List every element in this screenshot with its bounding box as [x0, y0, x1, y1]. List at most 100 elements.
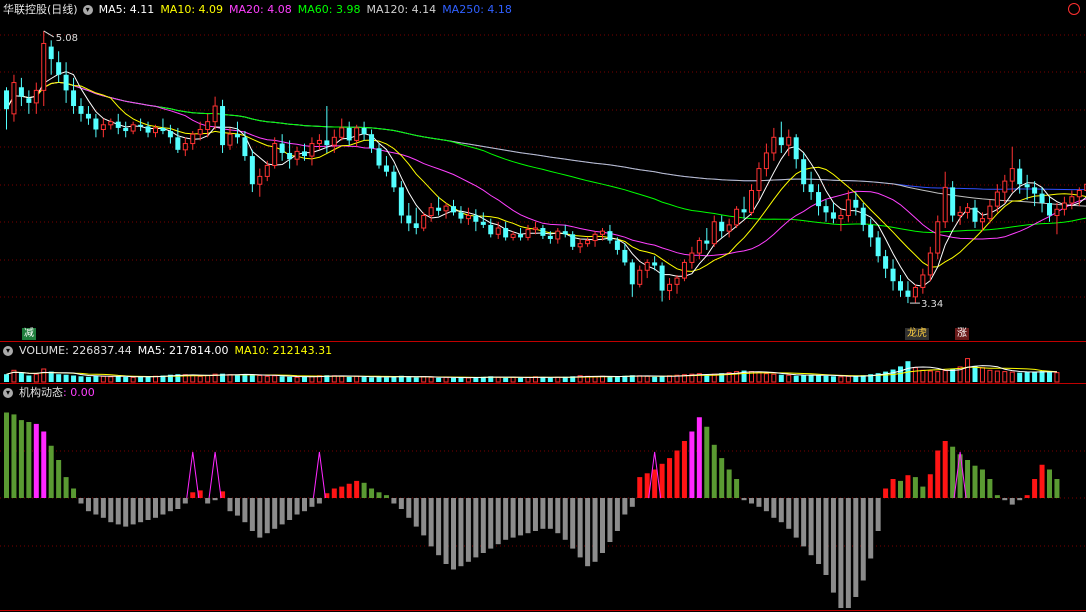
- volume-bar: [123, 376, 129, 382]
- volume-bar: [279, 376, 285, 382]
- volume-bar: [1047, 372, 1052, 382]
- candle-body: [898, 281, 903, 291]
- chevron-down-icon[interactable]: ▾: [3, 346, 13, 356]
- indicator-bar: [205, 498, 211, 504]
- indicator-bar: [1017, 498, 1023, 501]
- reduce-marker[interactable]: 减: [22, 328, 36, 340]
- volume-bar: [249, 374, 255, 382]
- indicator-bar: [823, 498, 829, 575]
- indicator-bar: [41, 431, 47, 498]
- rise-marker[interactable]: 涨: [955, 328, 969, 340]
- candle-body: [324, 140, 330, 146]
- indicator-bar: [830, 498, 836, 593]
- indicator-bar: [354, 480, 360, 498]
- indicator-bar: [570, 498, 576, 549]
- volume-bar: [354, 375, 360, 383]
- indicator-bar: [63, 477, 69, 498]
- volume-bar: [1032, 371, 1038, 382]
- indicator-bar: [488, 498, 494, 549]
- volume-bar: [4, 374, 9, 382]
- volume-bar: [346, 376, 352, 382]
- stock-chart[interactable]: 5.08 3.34: [0, 0, 1086, 612]
- indicator-bar: [473, 498, 479, 558]
- indicator-header: ▾ 机构动态: 0.00: [0, 385, 101, 401]
- candle-body: [875, 237, 881, 257]
- candle-body: [71, 90, 77, 107]
- candle-body: [153, 127, 158, 134]
- indicator-bar: [257, 498, 263, 538]
- volume-bar: [830, 376, 836, 382]
- candle-body: [577, 243, 583, 248]
- candle-body: [585, 240, 591, 245]
- indicator-bar: [465, 498, 471, 562]
- chevron-down-icon[interactable]: ▾: [82, 5, 93, 15]
- candle-body: [749, 189, 754, 213]
- indicator-bar: [249, 498, 255, 531]
- volume-bar: [965, 358, 971, 383]
- indicator-bar: [145, 498, 151, 520]
- indicator-bar: [816, 498, 822, 564]
- candle-body: [667, 283, 673, 292]
- indicator-bar: [78, 498, 84, 504]
- indicator-bar: [883, 488, 889, 498]
- indicator-bar: [346, 483, 352, 498]
- volume-bar: [927, 370, 933, 383]
- candle-body: [644, 261, 650, 271]
- candle-body: [965, 207, 971, 213]
- volume-bar: [26, 375, 32, 382]
- indicator-bar: [681, 441, 687, 498]
- volume-bar: [652, 376, 658, 382]
- indicator-bar: [503, 498, 509, 540]
- volume-bar: [100, 375, 106, 383]
- settings-circle-icon[interactable]: [1068, 3, 1080, 15]
- volume-bar: [763, 373, 769, 383]
- chevron-down-icon[interactable]: ▾: [3, 388, 13, 398]
- volume-bar: [935, 371, 941, 383]
- indicator-bar: [629, 498, 635, 507]
- candle-body: [249, 156, 255, 185]
- stock-title: 华联控股(日线): [3, 3, 78, 16]
- indicator-bar: [56, 460, 62, 498]
- indicator-bar: [138, 498, 144, 523]
- indicator-bar: [1024, 495, 1030, 498]
- candle-body: [309, 143, 315, 157]
- indicator-bar: [264, 498, 270, 534]
- indicator-bar: [808, 498, 814, 556]
- candle-body: [659, 265, 665, 291]
- candle-body: [167, 131, 173, 138]
- indicator-bar: [875, 498, 881, 531]
- candle-body: [734, 208, 740, 226]
- candle-body: [227, 133, 233, 146]
- volume-bar: [361, 376, 367, 382]
- indicator-bar: [778, 498, 784, 523]
- indicator-bar: [33, 423, 39, 498]
- volume-bar: [197, 375, 203, 383]
- candle-body: [957, 211, 963, 217]
- volume-bar: [339, 375, 345, 383]
- candle-body: [190, 133, 196, 145]
- indicator-bar: [898, 480, 903, 498]
- indicator-bar: [421, 498, 427, 536]
- indicator-bar: [272, 498, 278, 529]
- dragon-tiger-marker[interactable]: 龙虎: [905, 328, 929, 340]
- candle-body: [726, 224, 732, 232]
- indicator-bar: [331, 488, 337, 498]
- indicator-bar: [279, 498, 285, 525]
- candle-body: [912, 286, 918, 298]
- indicator-bar: [167, 498, 173, 512]
- candle-body: [488, 224, 494, 235]
- volume-bar: [406, 376, 412, 382]
- candle-body: [458, 212, 464, 219]
- indicator-bar: [413, 498, 419, 527]
- candle-body: [778, 137, 784, 146]
- indicator-bar: [1039, 464, 1045, 498]
- candle-body: [1024, 184, 1030, 188]
- indicator-bar: [585, 498, 591, 567]
- indicator-bar: [123, 498, 129, 527]
- volume-bar: [190, 375, 196, 383]
- volume-bar: [108, 376, 114, 383]
- indicator-bar: [741, 498, 747, 501]
- indicator-bar: [518, 498, 524, 536]
- price-header: 华联控股(日线) ▾ MA5: 4.11 MA10: 4.09 MA20: 4.08 MA…: [0, 2, 518, 18]
- candle-body: [540, 228, 546, 236]
